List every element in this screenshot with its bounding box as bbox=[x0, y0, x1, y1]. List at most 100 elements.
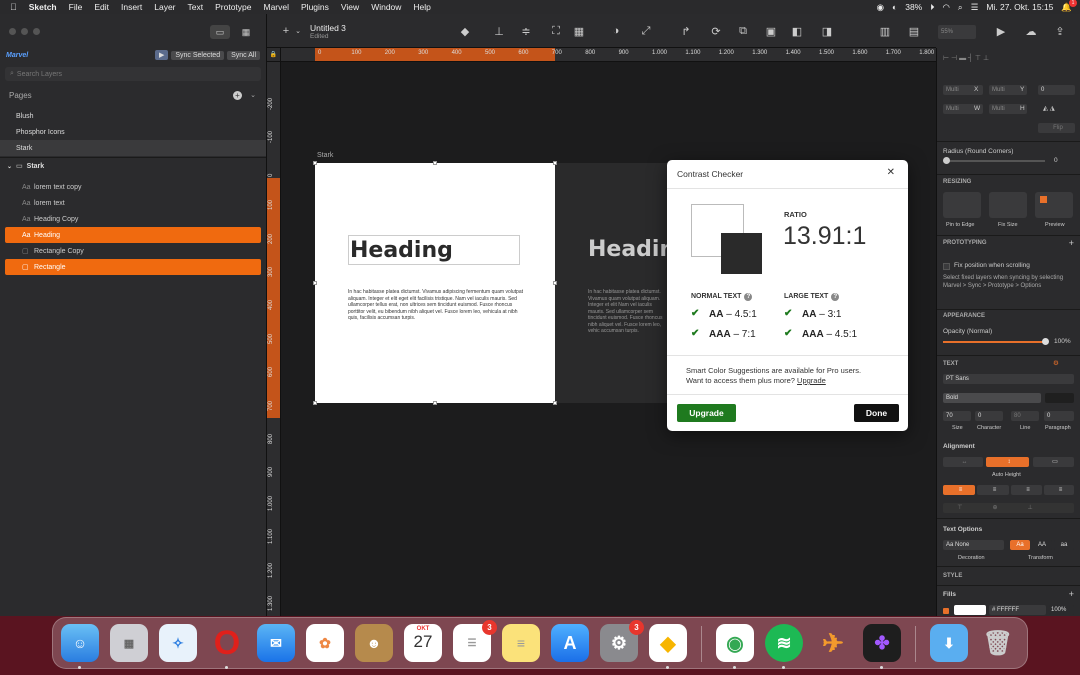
chrome-icon[interactable]: ◉ bbox=[716, 624, 754, 669]
downloads-folder-icon[interactable]: ⬇ bbox=[930, 624, 968, 662]
justify-button[interactable]: ≡ bbox=[1044, 485, 1074, 495]
trash-icon[interactable]: 🗑 bbox=[979, 624, 1017, 662]
auto-height-button[interactable]: ↕ bbox=[986, 457, 1029, 467]
pin-to-edge-icon[interactable] bbox=[943, 192, 981, 218]
done-button[interactable]: Done bbox=[854, 404, 899, 422]
resize-handle[interactable] bbox=[553, 281, 557, 285]
photos-icon[interactable]: ✿ bbox=[306, 624, 344, 662]
contacts-icon[interactable]: ☻ bbox=[355, 624, 393, 662]
cloud-share-icon[interactable]: ☁ bbox=[1024, 24, 1038, 38]
menu-text[interactable]: Text bbox=[188, 2, 204, 12]
marvel-app-icon[interactable]: ✈ bbox=[814, 624, 852, 662]
upgrade-link[interactable]: Upgrade bbox=[797, 376, 826, 385]
decoration-select[interactable]: Aa None bbox=[943, 540, 1004, 550]
align-bottom-icon[interactable]: ⊥ bbox=[492, 24, 506, 38]
artboard-rectangle[interactable]: Heading In hac habitasse platea dictumst… bbox=[315, 163, 555, 403]
wifi-icon[interactable]: ◠ bbox=[943, 2, 950, 13]
spotify-icon[interactable]: ≋ bbox=[765, 624, 803, 669]
app-store-icon[interactable]: A bbox=[551, 624, 589, 662]
align-middle-icon[interactable]: ≑ bbox=[519, 24, 533, 38]
vertical-align-buttons[interactable]: ⊤⊕⊥ bbox=[943, 503, 1074, 513]
resize-handle[interactable] bbox=[313, 281, 317, 285]
union-icon[interactable]: ⧉ bbox=[736, 24, 750, 38]
resize-handle[interactable] bbox=[313, 161, 317, 165]
lorem-text-copy[interactable]: In hac habitasse platea dictumst. Vivamu… bbox=[588, 289, 668, 337]
notification-icon[interactable]: 🔔 1 bbox=[1061, 0, 1077, 13]
fix-position-checkbox[interactable] bbox=[943, 263, 950, 270]
layers-view-icon[interactable]: ▭ bbox=[210, 25, 230, 39]
close-window-button[interactable] bbox=[9, 27, 16, 35]
forward-icon[interactable]: ▥ bbox=[878, 24, 892, 38]
background-color-swatch[interactable] bbox=[721, 233, 762, 274]
calendar-icon[interactable]: OKT 27 bbox=[404, 624, 442, 662]
chevron-down-icon[interactable]: ⌄ bbox=[291, 24, 305, 38]
upgrade-button[interactable]: Upgrade bbox=[677, 404, 736, 422]
fill-checkbox[interactable] bbox=[943, 608, 949, 614]
fix-size-icon[interactable] bbox=[989, 192, 1027, 218]
align-center-button[interactable]: ≡ bbox=[977, 485, 1009, 495]
page-blush[interactable]: Blush bbox=[0, 108, 266, 124]
apple-icon[interactable]:  bbox=[10, 2, 17, 12]
font-size-field[interactable]: 70 bbox=[943, 411, 971, 421]
menu-view[interactable]: View bbox=[341, 2, 359, 12]
layer-rectangle[interactable]: ▢ Rectangle bbox=[5, 259, 261, 275]
menu-prototype[interactable]: Prototype bbox=[215, 2, 251, 12]
sync-selected-button[interactable]: Sync Selected bbox=[171, 50, 225, 60]
menu-layer[interactable]: Layer bbox=[154, 2, 175, 12]
chevron-down-icon[interactable]: ⌄ bbox=[250, 91, 256, 99]
align-right-button[interactable]: ≡ bbox=[1011, 485, 1042, 495]
mail-icon[interactable]: ✉ bbox=[257, 624, 295, 662]
fill-color-swatch[interactable] bbox=[954, 605, 986, 615]
play-icon[interactable]: ⏵ bbox=[930, 2, 934, 13]
menu-insert[interactable]: Insert bbox=[121, 2, 142, 12]
resize-handle[interactable] bbox=[553, 401, 557, 405]
rotation-field[interactable]: 0 bbox=[1038, 85, 1075, 95]
components-view-icon[interactable]: ▦ bbox=[236, 25, 256, 39]
launchpad-icon[interactable]: ▦ bbox=[110, 624, 148, 662]
subtract-icon[interactable]: ▣ bbox=[764, 24, 778, 38]
page-phosphor-icons[interactable]: Phosphor Icons bbox=[0, 124, 266, 140]
font-weight-select[interactable]: Bold bbox=[943, 393, 1041, 403]
layer-lorem-text-copy[interactable]: Aa lorem text copy bbox=[5, 179, 261, 195]
artboard-stark[interactable]: ⌄ ▭ Stark bbox=[0, 158, 266, 174]
text-settings-icon[interactable]: ⚙ bbox=[1053, 359, 1059, 367]
text-color-swatch[interactable] bbox=[1045, 393, 1074, 403]
radius-slider-knob[interactable] bbox=[943, 157, 950, 164]
paragraph-spacing-field[interactable]: 0 bbox=[1044, 411, 1074, 421]
add-fill-icon[interactable]: + bbox=[1069, 589, 1074, 599]
sketch-icon[interactable]: ◆ bbox=[649, 624, 687, 669]
opacity-value[interactable]: 100% bbox=[1054, 338, 1071, 345]
ruler-lock-icon[interactable]: 🔒 bbox=[267, 48, 281, 62]
resize-handle[interactable] bbox=[433, 161, 437, 165]
sync-all-button[interactable]: Sync All bbox=[227, 50, 260, 60]
intersect-icon[interactable]: ◧ bbox=[790, 24, 804, 38]
menu-app-name[interactable]: Sketch bbox=[29, 2, 57, 12]
resize-handle[interactable] bbox=[433, 401, 437, 405]
rotate-icon[interactable]: ⟳ bbox=[709, 24, 723, 38]
transform-none-button[interactable]: Aa bbox=[1010, 540, 1030, 550]
heading-text[interactable]: Heading bbox=[348, 235, 520, 265]
search-layers-input[interactable]: ⌕ Search Layers bbox=[5, 67, 261, 81]
fill-opacity-field[interactable]: 100% bbox=[1049, 605, 1074, 615]
menu-marvel[interactable]: Marvel bbox=[264, 2, 290, 12]
layer-lorem-text[interactable]: Aa lorem text bbox=[5, 195, 261, 211]
artboard-label[interactable]: Stark bbox=[317, 152, 333, 159]
datetime[interactable]: Mi. 27. Okt. 15:15 bbox=[986, 2, 1053, 12]
grid-icon[interactable]: ▦ bbox=[572, 24, 586, 38]
finder-icon[interactable]: ☺ bbox=[61, 624, 99, 669]
page-stark[interactable]: Stark bbox=[0, 140, 266, 156]
marvel-play-icon[interactable]: ▶ bbox=[154, 50, 169, 60]
export-icon[interactable]: ⇪ bbox=[1053, 24, 1067, 38]
flip-field[interactable]: Flip bbox=[1038, 123, 1075, 133]
menu-plugins[interactable]: Plugins bbox=[301, 2, 329, 12]
vertical-ruler[interactable]: -200 -100 0 100 200 300 400 500 600 700 800 900 1.00… bbox=[267, 48, 281, 616]
menu-edit[interactable]: Edit bbox=[94, 2, 109, 12]
transform-lowercase-button[interactable]: aa bbox=[1054, 540, 1074, 550]
zoom-window-button[interactable] bbox=[33, 27, 40, 35]
fit-icon[interactable]: ⛶ bbox=[549, 24, 563, 38]
path-icon[interactable]: ↱ bbox=[679, 24, 693, 38]
opera-icon[interactable]: O bbox=[208, 624, 246, 669]
search-icon[interactable]: ⌕ bbox=[958, 2, 963, 13]
opacity-slider-knob[interactable] bbox=[1042, 338, 1049, 345]
character-spacing-field[interactable]: 0 bbox=[975, 411, 1003, 421]
